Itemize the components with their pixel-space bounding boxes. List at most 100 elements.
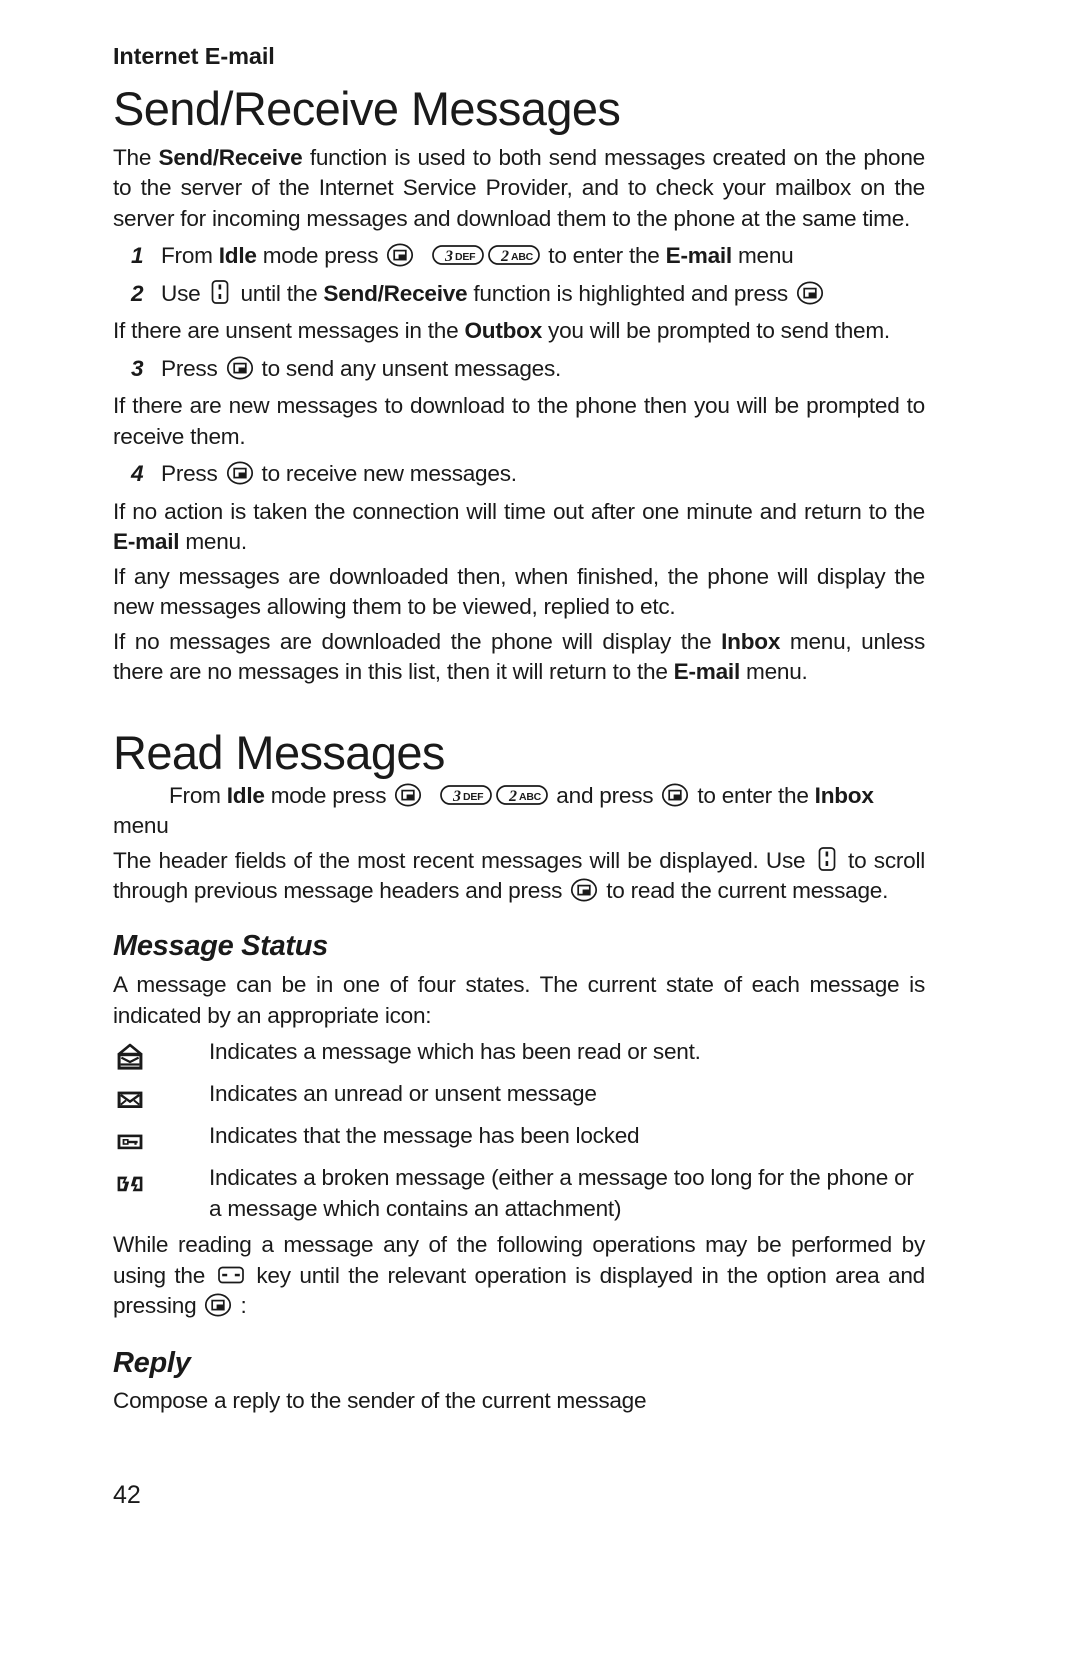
paragraph-read-intro-step: From Idle mode press 3 DEF 2 ABC and press … xyxy=(113,781,925,842)
step-2-part3: function is highlighted and press xyxy=(467,280,794,306)
step-4: 4 Press to receive new messages. xyxy=(113,459,925,490)
paragraph-message-status-intro: A message can be in one of four states. … xyxy=(113,972,925,1028)
paragraph-outbox: If there are unsent messages in the Outb… xyxy=(113,316,925,347)
paragraph-header-fields: The header fields of the most recent mes… xyxy=(113,846,925,907)
status-item-locked-text: Indicates that the message has been lock… xyxy=(209,1123,640,1149)
step-1-number: 1 xyxy=(131,243,144,269)
select-key-icon xyxy=(226,461,254,485)
select-key-icon xyxy=(386,243,414,267)
nomsg-bold-inbox: Inbox xyxy=(721,628,781,654)
step-4-part1: Press xyxy=(161,461,224,487)
key-2-abc-icon: 2 ABC xyxy=(488,243,541,267)
leftright-key-icon xyxy=(216,1263,246,1287)
svg-text:ABC: ABC xyxy=(511,251,534,263)
svg-text:3: 3 xyxy=(452,788,461,805)
status-item-unread-text: Indicates an unread or unsent message xyxy=(209,1081,597,1107)
updown-key-icon xyxy=(208,279,232,305)
select-key-icon xyxy=(226,356,254,380)
broken-message-icon xyxy=(113,1163,209,1199)
nomsg-bold-email: E-mail xyxy=(673,659,741,685)
nomsg-post: menu. xyxy=(739,659,808,685)
running-head: Internet E-mail xyxy=(113,43,275,69)
read-intro-bold-inbox: Inbox xyxy=(814,782,874,808)
timeout-pre: If no action is taken the connection wil… xyxy=(113,498,925,524)
read-intro-part2: mode press xyxy=(264,782,393,808)
step-1-part4: menu xyxy=(731,243,794,269)
status-item-broken: Indicates a broken message (either a mes… xyxy=(113,1163,925,1224)
step-3-number: 3 xyxy=(131,355,144,381)
step-3-part2: to send any unsent messages. xyxy=(255,355,562,381)
paragraph-no-messages: If no messages are downloaded the phone … xyxy=(113,627,925,688)
read-intro-part3: and press xyxy=(550,782,660,808)
header-fields-part3: to read the current message. xyxy=(600,878,889,904)
select-key-icon xyxy=(661,783,689,807)
timeout-post: menu. xyxy=(179,529,247,555)
page-number: 42 xyxy=(113,1481,141,1509)
section-heading-reply: Reply xyxy=(113,1346,191,1379)
status-item-unread: Indicates an unread or unsent message xyxy=(113,1079,925,1115)
key-2-abc-icon: 2 ABC xyxy=(496,783,549,807)
step-1-text: From Idle mode press 3 DEF 2 ABC to enter t… xyxy=(161,241,925,272)
open-envelope-icon xyxy=(113,1037,209,1073)
key-3-def-icon: 3 DEF xyxy=(432,243,485,267)
paragraph-new-messages: If there are new messages to download to… xyxy=(113,393,925,449)
outbox-pre: If there are unsent messages in the xyxy=(113,318,465,344)
step-2: 2 Use until the Send/Receive function is… xyxy=(113,279,925,310)
closed-envelope-icon xyxy=(113,1079,209,1115)
step-1-part3: to enter the xyxy=(542,243,666,269)
step-4-text: Press to receive new messages. xyxy=(161,459,925,490)
key-3-def-icon: 3 DEF xyxy=(440,783,493,807)
operations-part3: : xyxy=(234,1293,247,1319)
select-key-icon xyxy=(796,281,824,305)
status-item-locked: Indicates that the message has been lock… xyxy=(113,1121,925,1157)
status-item-read-text: Indicates a message which has been read … xyxy=(209,1039,701,1065)
locked-message-icon xyxy=(113,1121,209,1157)
select-key-icon xyxy=(394,783,422,807)
paragraph-operations: While reading a message any of the follo… xyxy=(113,1230,925,1322)
page-title-read-messages: Read Messages xyxy=(113,725,445,779)
paragraph-timeout: If no action is taken the connection wil… xyxy=(113,497,925,558)
svg-text:3: 3 xyxy=(444,248,453,265)
paragraph-reply-text: Compose a reply to the sender of the cur… xyxy=(113,1387,647,1413)
step-1-part2: mode press xyxy=(256,243,385,269)
step-3-text: Press to send any unsent messages. xyxy=(161,354,925,385)
outbox-post: you will be prompted to send them. xyxy=(542,318,890,344)
step-2-text: Use until the Send/Receive function is h… xyxy=(161,279,925,310)
status-item-read: Indicates a message which has been read … xyxy=(113,1037,925,1073)
step-1-part1: From xyxy=(161,243,219,269)
read-intro-part1: From xyxy=(169,782,227,808)
nomsg-pre: If no messages are downloaded the phone … xyxy=(113,628,722,654)
select-key-icon xyxy=(204,1293,232,1317)
svg-text:2: 2 xyxy=(508,788,517,805)
select-key-icon xyxy=(570,878,598,902)
header-fields-part1: The header fields of the most recent mes… xyxy=(113,847,813,873)
intro-pre: The xyxy=(113,144,159,170)
step-4-number: 4 xyxy=(131,461,144,487)
outbox-bold: Outbox xyxy=(464,318,543,344)
step-3-part1: Press xyxy=(161,355,224,381)
step-2-part1: Use xyxy=(161,280,207,306)
manual-page: Internet E-mail Send/Receive Messages Th… xyxy=(113,0,925,1667)
step-2-number: 2 xyxy=(131,280,144,306)
step-1-bold-idle: Idle xyxy=(218,243,257,269)
timeout-bold: E-mail xyxy=(113,529,180,555)
step-2-bold-sendreceive: Send/Receive xyxy=(323,280,468,306)
paragraph-downloaded: If any messages are downloaded then, whe… xyxy=(113,563,925,620)
svg-text:ABC: ABC xyxy=(519,791,542,803)
svg-text:DEF: DEF xyxy=(455,251,476,263)
step-1-bold-email: E-mail xyxy=(665,243,733,269)
read-intro-bold-idle: Idle xyxy=(226,782,265,808)
svg-text:2: 2 xyxy=(500,248,509,265)
step-1: 1 From Idle mode press 3 DEF 2 ABC to enter… xyxy=(113,241,925,272)
step-2-part2: until the xyxy=(234,280,324,306)
section-heading-message-status: Message Status xyxy=(113,929,328,962)
svg-text:DEF: DEF xyxy=(463,791,484,803)
status-item-broken-text: Indicates a broken message (either a mes… xyxy=(209,1165,914,1221)
step-4-part2: to receive new messages. xyxy=(255,461,517,487)
intro-bold: Send/Receive xyxy=(158,144,303,170)
updown-key-icon xyxy=(815,846,839,872)
paragraph-intro: The Send/Receive function is used to bot… xyxy=(113,143,925,235)
read-intro-part4: to enter the xyxy=(691,782,815,808)
step-3: 3 Press to send any unsent messages. xyxy=(113,354,925,385)
read-intro-part5: menu xyxy=(113,813,169,839)
